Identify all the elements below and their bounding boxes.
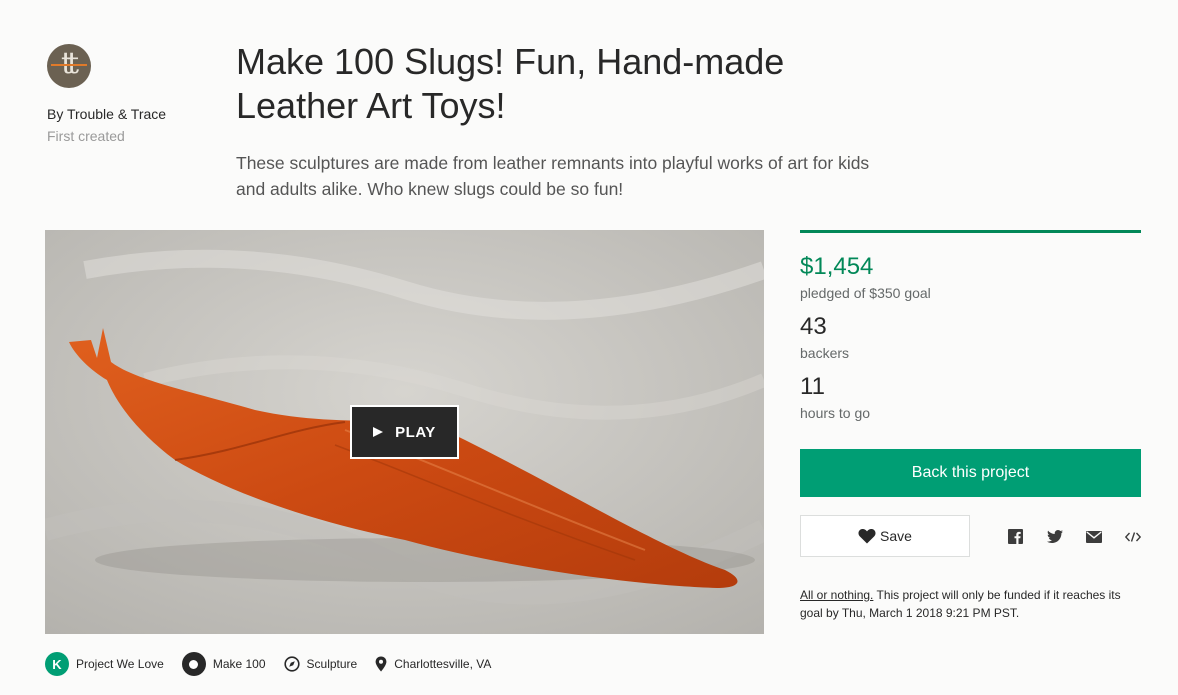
tag-label: Make 100 (212, 657, 266, 671)
creator-name[interactable]: By Trouble & Trace (47, 106, 217, 122)
embed-icon[interactable] (1123, 527, 1142, 546)
time-left-count: 11 (800, 373, 825, 400)
pledged-label: pledged of $350 goal (800, 285, 931, 301)
first-created-label: First created (47, 128, 125, 144)
tag-label: Project We Love (76, 657, 164, 671)
tag-sculpture[interactable]: Sculpture (283, 656, 358, 672)
save-label: Save (880, 528, 912, 544)
avatar-stripe (51, 64, 87, 66)
location-pin-icon (375, 656, 387, 672)
pledged-amount: $1,454 (800, 253, 874, 280)
email-icon[interactable] (1084, 527, 1103, 546)
pledged-stat: $1,454 pledged of $350 goal (800, 253, 1141, 301)
tag-make-100[interactable]: Make 100 (181, 652, 266, 676)
make-100-icon (181, 652, 206, 676)
kickstarter-k-icon: K (45, 652, 69, 676)
share-icons (1006, 527, 1142, 546)
facebook-icon[interactable] (1006, 527, 1025, 546)
creator-avatar[interactable]: tt (47, 44, 91, 88)
tag-label: Charlottesville, VA (394, 657, 492, 671)
tag-label: Sculpture (306, 657, 358, 671)
play-label: PLAY (395, 423, 436, 441)
project-video[interactable]: PLAY (45, 230, 764, 634)
creator-block: tt By Trouble & Trace First created (47, 44, 217, 144)
funding-progress-fill (800, 230, 1141, 233)
play-icon (373, 427, 384, 437)
time-left-stat: 11 hours to go (800, 373, 1141, 421)
save-button[interactable]: Save (800, 515, 970, 557)
play-button[interactable]: PLAY (350, 405, 459, 459)
back-project-button[interactable]: Back this project (800, 449, 1141, 497)
all-or-nothing-link[interactable]: All or nothing. (800, 588, 873, 602)
project-title: Make 100 Slugs! Fun, Hand-made Leather A… (236, 41, 785, 126)
backers-stat: 43 backers (800, 313, 1141, 361)
time-left-label: hours to go (800, 405, 871, 421)
backers-label: backers (800, 345, 850, 361)
backers-count: 43 (800, 313, 827, 340)
compass-icon (283, 656, 300, 672)
heart-icon (858, 528, 876, 544)
twitter-icon[interactable] (1045, 527, 1064, 546)
funding-progress-bar (800, 230, 1141, 233)
funding-stats: $1,454 pledged of $350 goal 43 backers 1… (800, 230, 1141, 421)
project-tags: K Project We Love Make 100 Sculpture Cha… (45, 652, 509, 676)
tag-location[interactable]: Charlottesville, VA (375, 656, 491, 672)
project-blurb: These sculptures are made from leather r… (236, 153, 870, 199)
project-header: Make 100 Slugs! Fun, Hand-made Leather A… (236, 40, 876, 202)
tag-project-we-love[interactable]: K Project We Love (45, 652, 164, 676)
funding-note: All or nothing. This project will only b… (800, 586, 1145, 622)
